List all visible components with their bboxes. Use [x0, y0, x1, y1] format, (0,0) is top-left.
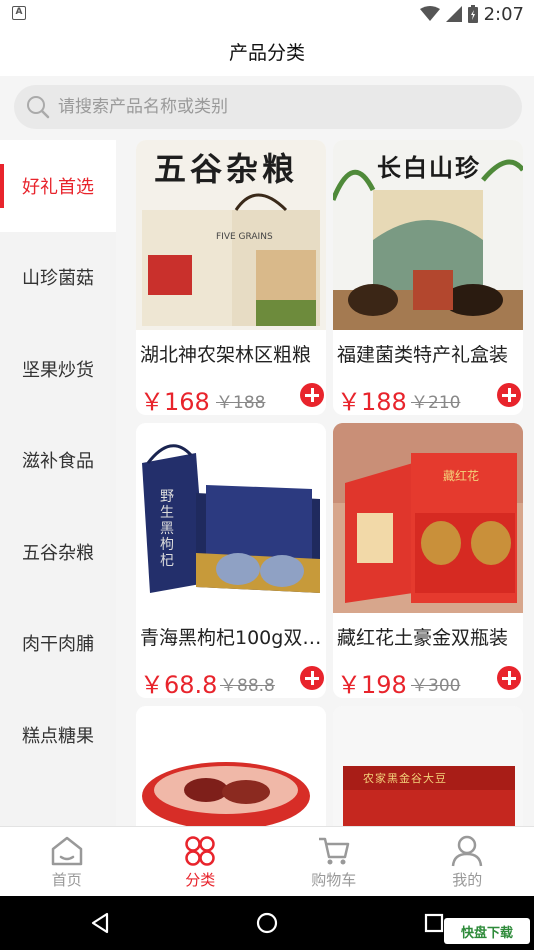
sidebar-item-gifts[interactable]: 好礼首选 — [0, 140, 116, 232]
search-box[interactable] — [14, 85, 522, 129]
product-original-price: ￥300 — [411, 676, 461, 696]
sidebar-item-jerky[interactable]: 肉干肉脯 — [0, 598, 116, 690]
product-card[interactable]: 藏红花 藏红花土豪金双瓶装 ￥198 ￥300 — [333, 423, 523, 698]
product-card[interactable]: 长白山珍 福建菌类特产礼盒装 ￥188 ￥210 — [333, 140, 523, 415]
status-bar: A 2:07 — [0, 0, 534, 28]
product-image-title: 农家黑金谷大豆 — [363, 772, 447, 785]
sidebar-item-tonics[interactable]: 滋补食品 — [0, 415, 116, 507]
watermark-text: 快盘下载 — [460, 925, 513, 941]
product-card[interactable]: 农家黑金谷大豆 — [333, 706, 523, 826]
wifi-icon — [419, 6, 440, 21]
sidebar-item-mushrooms[interactable]: 山珍菌菇 — [0, 232, 116, 324]
product-price: ￥198 — [337, 671, 407, 698]
search-bar-container — [0, 76, 534, 140]
sidebar-item-label: 滋补食品 — [22, 451, 94, 473]
nav-label: 首页 — [51, 871, 82, 889]
product-price: ￥188 — [337, 388, 407, 415]
nav-profile[interactable]: 我的 — [401, 827, 534, 896]
product-image-title: 藏红花 — [443, 469, 480, 483]
product-image — [136, 706, 326, 826]
battery-icon — [467, 5, 478, 23]
sidebar-item-grains[interactable]: 五谷杂粮 — [0, 506, 116, 598]
product-image-subtitle: FIVE GRAINS — [216, 232, 273, 242]
recents-icon[interactable] — [424, 913, 444, 933]
watermark-logo: 快盘下载 — [444, 918, 530, 944]
product-image-title: 野生黑枸杞 — [160, 489, 174, 569]
product-card[interactable] — [136, 706, 326, 826]
bottom-nav: 首页 分类 购物车 我的 — [0, 826, 534, 896]
nav-label: 分类 — [185, 871, 216, 889]
category-icon — [185, 836, 215, 866]
sidebar-item-label: 五谷杂粮 — [22, 542, 94, 564]
add-to-cart-icon[interactable] — [497, 383, 521, 407]
sidebar-item-label: 坚果炒货 — [22, 359, 94, 381]
product-grid: 五谷杂粮 FIVE GRAINS 湖北神农架林区粗粮 ￥168 ￥188 长白山… — [116, 140, 534, 826]
page-header: 产品分类 — [0, 28, 534, 74]
product-image-title: 长白山珍 — [377, 153, 481, 182]
notification-icon: A — [12, 6, 26, 20]
product-original-price: ￥188 — [216, 393, 266, 413]
nav-home[interactable]: 首页 — [0, 827, 134, 896]
search-icon — [27, 96, 50, 119]
product-image: 藏红花 — [333, 423, 523, 613]
add-to-cart-icon[interactable] — [497, 666, 521, 690]
add-to-cart-icon[interactable] — [300, 383, 324, 407]
product-name: 青海黑枸杞100g双瓶装 — [140, 627, 324, 649]
sidebar-item-label: 山珍菌菇 — [22, 268, 94, 290]
search-input[interactable] — [58, 97, 478, 117]
product-name: 藏红花土豪金双瓶装 — [337, 627, 509, 649]
sidebar-item-nuts[interactable]: 坚果炒货 — [0, 323, 116, 415]
product-price: ￥68.8 — [140, 671, 218, 698]
product-price: ￥168 — [140, 388, 210, 415]
category-sidebar: 好礼首选 山珍菌菇 坚果炒货 滋补食品 五谷杂粮 肉干肉脯 糕点糖果 — [0, 140, 116, 826]
home-button-icon[interactable] — [256, 912, 278, 934]
product-card[interactable]: 五谷杂粮 FIVE GRAINS 湖北神农架林区粗粮 ￥168 ￥188 — [136, 140, 326, 415]
sidebar-item-label: 肉干肉脯 — [22, 634, 94, 656]
system-nav-bar: 快盘下载 — [0, 896, 534, 950]
product-image: 农家黑金谷大豆 — [333, 706, 523, 826]
add-to-cart-icon[interactable] — [300, 666, 324, 690]
product-image: 野生黑枸杞 — [136, 423, 326, 613]
signal-icon — [445, 6, 462, 22]
sidebar-item-snacks[interactable]: 糕点糖果 — [0, 689, 116, 781]
product-name: 福建菌类特产礼盒装 — [337, 344, 509, 366]
profile-icon — [452, 835, 483, 867]
home-icon — [51, 836, 82, 866]
product-image: 长白山珍 — [333, 140, 523, 330]
product-original-price: ￥210 — [411, 393, 461, 413]
product-original-price: ￥88.8 — [220, 676, 275, 696]
product-card[interactable]: 野生黑枸杞 青海黑枸杞100g双瓶装 ￥68.8 ￥88.8 — [136, 423, 326, 698]
cart-icon — [318, 837, 349, 865]
back-icon[interactable] — [89, 912, 111, 934]
sidebar-item-label: 糕点糖果 — [22, 725, 94, 747]
status-icons: 2:07 — [419, 3, 524, 25]
page-title: 产品分类 — [228, 41, 305, 64]
nav-label: 我的 — [452, 871, 483, 889]
clock: 2:07 — [483, 3, 524, 25]
sidebar-item-label: 好礼首选 — [22, 176, 94, 198]
product-name: 湖北神农架林区粗粮 — [140, 344, 312, 366]
nav-label: 购物车 — [311, 871, 357, 889]
nav-category[interactable]: 分类 — [134, 827, 268, 896]
nav-cart[interactable]: 购物车 — [267, 827, 401, 896]
product-image-title: 五谷杂粮 — [154, 150, 299, 188]
product-image: 五谷杂粮 FIVE GRAINS — [136, 140, 326, 330]
